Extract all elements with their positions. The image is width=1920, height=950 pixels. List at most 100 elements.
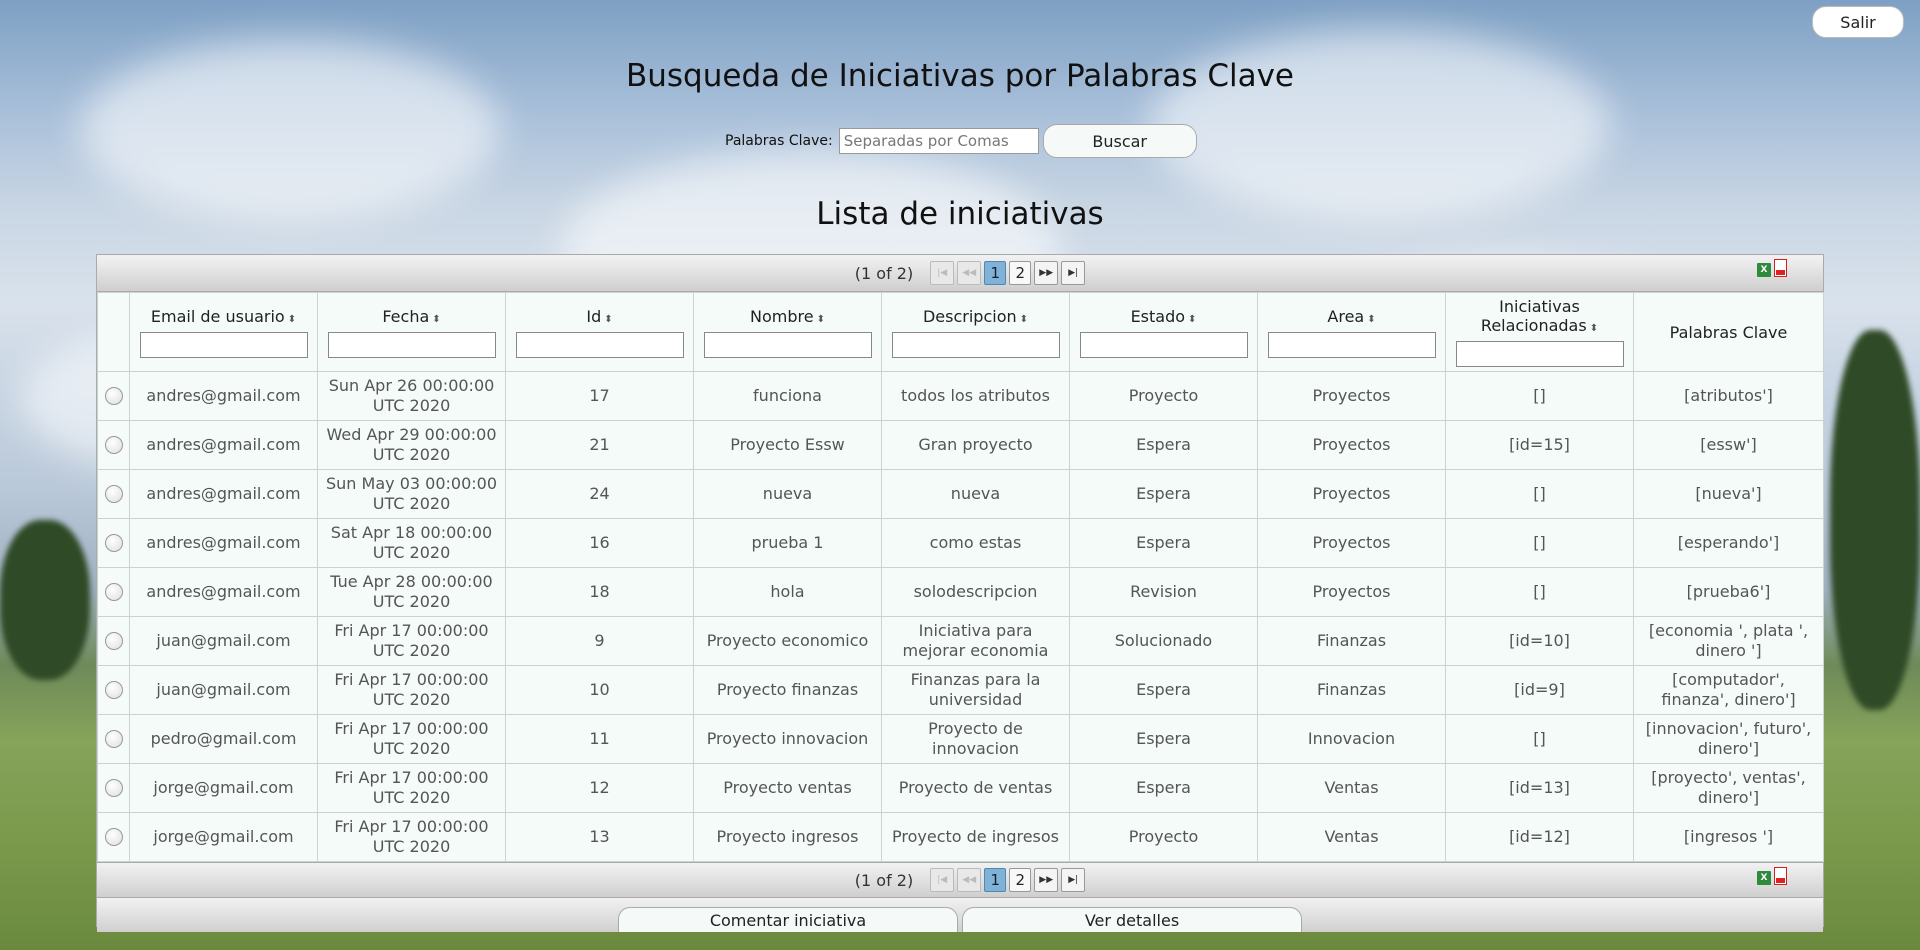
excel-export-icon[interactable]: X	[1757, 871, 1771, 885]
sort-icon[interactable]: ⬍	[1590, 323, 1598, 334]
table-row[interactable]: andres@gmail.com Sun May 03 00:00:00 UTC …	[97, 469, 1824, 519]
cell-status: Proyecto	[1069, 812, 1258, 862]
row-select-radio[interactable]	[104, 583, 123, 601]
row-select-radio[interactable]	[104, 387, 123, 405]
row-select-radio[interactable]	[104, 779, 123, 797]
cell-id: 10	[505, 665, 694, 715]
row-select-radio[interactable]	[104, 632, 123, 650]
next-page-icon[interactable]: ▶▶	[1034, 868, 1059, 892]
keyword-search-form: Palabras Clave: Buscar	[725, 124, 1197, 158]
page-1-button[interactable]: 1	[984, 868, 1007, 892]
sort-icon[interactable]: ⬍	[817, 314, 825, 325]
sort-icon[interactable]: ⬍	[604, 314, 612, 325]
keyword-input[interactable]	[838, 128, 1039, 154]
cell-id: 24	[505, 469, 694, 519]
column-header-id[interactable]: Id ⬍	[505, 292, 694, 372]
cell-related-initiatives: []	[1445, 469, 1634, 519]
sort-icon[interactable]: ⬍	[432, 314, 440, 325]
action-bar: Comentar iniciativa Ver detalles	[97, 898, 1823, 932]
pdf-export-icon[interactable]	[1774, 259, 1787, 277]
last-page-icon[interactable]: ▶|	[1061, 261, 1086, 285]
row-select-cell	[97, 371, 130, 421]
row-select-radio[interactable]	[104, 730, 123, 748]
last-page-icon[interactable]: ▶|	[1061, 868, 1086, 892]
column-header-email[interactable]: Email de usuario ⬍	[129, 292, 318, 372]
cell-name: nueva	[693, 469, 882, 519]
cell-keywords: [proyecto', ventas', dinero']	[1633, 763, 1824, 813]
cell-status: Espera	[1069, 763, 1258, 813]
cell-email: juan@gmail.com	[129, 665, 318, 715]
cell-keywords: [ingresos ']	[1633, 812, 1824, 862]
row-select-radio[interactable]	[104, 681, 123, 699]
column-filter-input[interactable]	[1267, 331, 1436, 358]
logout-button[interactable]: Salir	[1812, 6, 1904, 38]
cell-area: Finanzas	[1257, 616, 1446, 666]
cell-description: Proyecto de ventas	[881, 763, 1070, 813]
excel-export-icon[interactable]: X	[1757, 263, 1771, 277]
pdf-export-icon[interactable]	[1774, 867, 1787, 885]
cell-keywords: [esperando']	[1633, 518, 1824, 568]
sort-icon[interactable]: ⬍	[1367, 314, 1375, 325]
cell-id: 12	[505, 763, 694, 813]
column-filter-input[interactable]	[327, 331, 496, 358]
cell-date: Fri Apr 17 00:00:00 UTC 2020	[317, 763, 506, 813]
row-select-radio[interactable]	[104, 436, 123, 454]
cell-related-initiatives: []	[1445, 518, 1634, 568]
sort-icon[interactable]: ⬍	[288, 314, 296, 325]
table-row[interactable]: jorge@gmail.com Fri Apr 17 00:00:00 UTC 2…	[97, 763, 1824, 813]
column-label: Palabras Clave	[1669, 322, 1788, 342]
page-2-button[interactable]: 2	[1009, 868, 1032, 892]
search-button[interactable]: Buscar	[1042, 124, 1197, 158]
prev-page-icon[interactable]: ◀◀	[957, 261, 982, 285]
table-row[interactable]: andres@gmail.com Sat Apr 18 00:00:00 UTC …	[97, 518, 1824, 568]
cell-id: 17	[505, 371, 694, 421]
table-row[interactable]: andres@gmail.com Tue Apr 28 00:00:00 UTC …	[97, 567, 1824, 617]
row-select-radio[interactable]	[104, 534, 123, 552]
cell-email: andres@gmail.com	[129, 567, 318, 617]
cell-description: todos los atributos	[881, 371, 1070, 421]
view-details-button[interactable]: Ver detalles	[962, 907, 1302, 932]
column-header-area[interactable]: Area ⬍	[1257, 292, 1446, 372]
cell-description: como estas	[881, 518, 1070, 568]
column-filter-input[interactable]	[1455, 341, 1624, 367]
cell-status: Solucionado	[1069, 616, 1258, 666]
comment-initiative-button[interactable]: Comentar iniciativa	[618, 907, 958, 932]
column-filter-input[interactable]	[139, 331, 308, 358]
table-row[interactable]: andres@gmail.com Sun Apr 26 00:00:00 UTC …	[97, 371, 1824, 421]
column-header-date[interactable]: Fecha ⬍	[317, 292, 506, 372]
table-row[interactable]: pedro@gmail.com Fri Apr 17 00:00:00 UTC 2…	[97, 714, 1824, 764]
sort-icon[interactable]: ⬍	[1188, 314, 1196, 325]
row-select-radio[interactable]	[104, 485, 123, 503]
column-header-description[interactable]: Descripcion ⬍	[881, 292, 1070, 372]
page-1-button[interactable]: 1	[984, 261, 1007, 285]
column-header-keywords: Palabras Clave	[1633, 292, 1824, 372]
table-row[interactable]: juan@gmail.com Fri Apr 17 00:00:00 UTC 20…	[97, 616, 1824, 666]
column-filter-input[interactable]	[515, 331, 684, 358]
page-indicator: (1 of 2)	[854, 263, 914, 283]
column-header-status[interactable]: Estado ⬍	[1069, 292, 1258, 372]
column-filter-input[interactable]	[1079, 331, 1248, 358]
first-page-icon[interactable]: |◀	[930, 261, 955, 285]
column-filter-input[interactable]	[891, 331, 1060, 358]
table-row[interactable]: andres@gmail.com Wed Apr 29 00:00:00 UTC …	[97, 420, 1824, 470]
cell-id: 16	[505, 518, 694, 568]
prev-page-icon[interactable]: ◀◀	[957, 868, 982, 892]
row-select-cell	[97, 469, 130, 519]
row-select-radio[interactable]	[104, 828, 123, 846]
page-2-button[interactable]: 2	[1009, 261, 1032, 285]
column-filter-input[interactable]	[703, 331, 872, 358]
paginator-bottom: (1 of 2) |◀ ◀◀ 1 2 ▶▶ ▶| X	[97, 862, 1823, 898]
next-page-icon[interactable]: ▶▶	[1034, 261, 1059, 285]
sort-icon[interactable]: ⬍	[1020, 314, 1028, 325]
column-header-related-initiatives[interactable]: Iniciativas Relacionadas ⬍	[1445, 292, 1634, 372]
cell-area: Ventas	[1257, 763, 1446, 813]
cell-date: Fri Apr 17 00:00:00 UTC 2020	[317, 714, 506, 764]
table-row[interactable]: jorge@gmail.com Fri Apr 17 00:00:00 UTC 2…	[97, 812, 1824, 862]
column-header-name[interactable]: Nombre ⬍	[693, 292, 882, 372]
cell-status: Espera	[1069, 665, 1258, 715]
cell-name: Proyecto ventas	[693, 763, 882, 813]
cell-related-initiatives: [id=15]	[1445, 420, 1634, 470]
cell-email: pedro@gmail.com	[129, 714, 318, 764]
table-row[interactable]: juan@gmail.com Fri Apr 17 00:00:00 UTC 20…	[97, 665, 1824, 715]
first-page-icon[interactable]: |◀	[930, 868, 955, 892]
